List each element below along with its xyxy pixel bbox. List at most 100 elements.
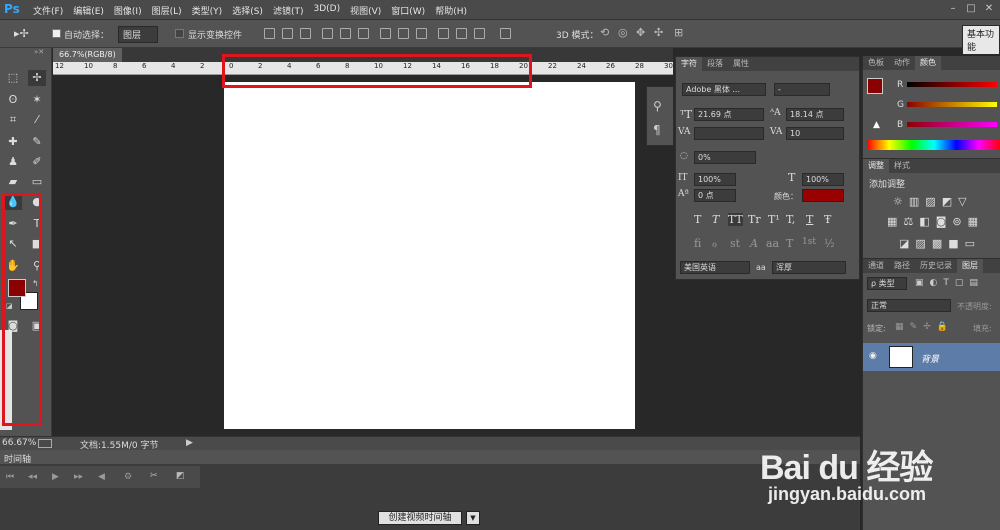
- zoom-level[interactable]: 66.67%: [2, 438, 36, 448]
- invert-icon[interactable]: ◪: [899, 237, 909, 251]
- next-frame-icon[interactable]: ▸▸: [74, 472, 83, 482]
- discretionary-ligature-button[interactable]: st: [730, 237, 740, 250]
- menu-view[interactable]: 视图(V): [350, 4, 381, 17]
- auto-select-checkbox[interactable]: [52, 29, 61, 38]
- paragraph-panel-icon[interactable]: ¶: [653, 123, 661, 137]
- font-size-field[interactable]: 21.69 点: [694, 108, 764, 121]
- play-icon[interactable]: ▶: [52, 472, 59, 482]
- filter-smart-icon[interactable]: ▤: [969, 278, 978, 288]
- 3d-drag-icon[interactable]: ✥: [636, 26, 645, 39]
- subscript-button[interactable]: T,: [786, 213, 795, 226]
- distribute-top-icon[interactable]: [380, 28, 391, 39]
- faux-italic-button[interactable]: T: [712, 213, 719, 226]
- color-lookup-icon[interactable]: ▦: [968, 215, 978, 229]
- menu-edit[interactable]: 编辑(E): [73, 4, 104, 17]
- curves-icon[interactable]: ▨: [925, 195, 935, 209]
- tab-history[interactable]: 历史记录: [915, 259, 957, 273]
- tracking-field[interactable]: 10: [786, 127, 844, 140]
- filter-shape-icon[interactable]: ▢: [955, 278, 964, 288]
- 3d-roll-icon[interactable]: ◎: [618, 26, 628, 39]
- leading-field[interactable]: 18.14 点: [786, 108, 844, 121]
- color-balance-icon[interactable]: ⚖: [903, 215, 913, 229]
- history-brush-tool-icon[interactable]: ✐: [28, 154, 46, 170]
- distribute-left-icon[interactable]: [438, 28, 449, 39]
- lock-all-icon[interactable]: 🔒: [937, 322, 948, 332]
- fractions-button[interactable]: ½: [824, 237, 835, 250]
- character-panel-icon[interactable]: ⚲: [653, 99, 662, 113]
- kerning-field[interactable]: [694, 127, 764, 140]
- document-tab[interactable]: 66.7%(RGB/8): [53, 48, 122, 62]
- gradient-map-icon[interactable]: ▭: [965, 237, 975, 251]
- baseline-shift-field[interactable]: 0 点: [694, 189, 736, 202]
- audio-icon[interactable]: ◀: [98, 472, 105, 482]
- horizontal-scale-field[interactable]: 100%: [802, 173, 844, 186]
- faux-bold-button[interactable]: T: [694, 213, 701, 226]
- workspace-button[interactable]: 基本功能: [962, 25, 1000, 55]
- font-family-select[interactable]: Adobe 黑体 ...: [682, 83, 766, 96]
- tab-properties[interactable]: 属性: [728, 57, 754, 71]
- layer-visibility-eye-icon[interactable]: ◉: [869, 351, 877, 361]
- vertical-scale-field[interactable]: 100%: [694, 173, 736, 186]
- small-caps-button[interactable]: Tr: [748, 213, 761, 226]
- brush-tool-icon[interactable]: ✎: [28, 134, 46, 150]
- ordinals-button[interactable]: 1st: [802, 237, 816, 247]
- exposure-icon[interactable]: ◩: [942, 195, 952, 209]
- antialias-select[interactable]: 浑厚: [772, 261, 846, 274]
- layer-name[interactable]: 背景: [921, 352, 939, 365]
- tab-character[interactable]: 字符: [676, 57, 702, 71]
- menu-select[interactable]: 选择(S): [232, 4, 263, 17]
- document-canvas[interactable]: [224, 82, 635, 429]
- align-top-icon[interactable]: [264, 28, 275, 39]
- auto-align-icon[interactable]: [500, 28, 511, 39]
- menu-type[interactable]: 类型(Y): [192, 4, 223, 17]
- bw-icon[interactable]: ◧: [919, 215, 929, 229]
- titling-alt-button[interactable]: T: [786, 237, 793, 250]
- tab-paragraph[interactable]: 段落: [702, 57, 728, 71]
- healing-brush-tool-icon[interactable]: ✚: [4, 134, 22, 150]
- photo-filter-icon[interactable]: ◙: [936, 215, 947, 229]
- channel-mixer-icon[interactable]: ⊚: [952, 215, 961, 229]
- brightness-icon[interactable]: ☼: [893, 195, 903, 209]
- menu-3d[interactable]: 3D(D): [313, 4, 340, 17]
- filter-pixel-icon[interactable]: ▣: [915, 278, 924, 288]
- menu-help[interactable]: 帮助(H): [435, 4, 467, 17]
- language-select[interactable]: 美国英语: [680, 261, 750, 274]
- all-caps-button[interactable]: TT: [728, 213, 743, 226]
- threshold-icon[interactable]: ▩: [932, 237, 942, 251]
- distribute-bottom-icon[interactable]: [416, 28, 427, 39]
- 3d-rotate-icon[interactable]: ⟲: [600, 26, 609, 39]
- maximize-icon[interactable]: □: [964, 2, 978, 16]
- text-color-swatch[interactable]: [802, 189, 844, 202]
- marquee-tool-icon[interactable]: ⬚: [4, 70, 22, 86]
- swash-button[interactable]: A: [750, 237, 758, 250]
- tab-channels[interactable]: 通道: [863, 259, 889, 273]
- align-right-icon[interactable]: [358, 28, 369, 39]
- minimize-icon[interactable]: –: [946, 2, 960, 16]
- levels-icon[interactable]: ▥: [909, 195, 919, 209]
- ligature-button[interactable]: fi: [694, 237, 701, 250]
- tab-styles[interactable]: 样式: [889, 159, 915, 173]
- blue-slider[interactable]: [907, 122, 997, 127]
- contextual-alt-button[interactable]: ℴ: [712, 237, 717, 250]
- menu-filter[interactable]: 滤镜(T): [273, 4, 304, 17]
- tab-actions[interactable]: 动作: [889, 56, 915, 70]
- show-transform-checkbox[interactable]: [175, 29, 184, 38]
- tab-swatches[interactable]: 色板: [863, 56, 889, 70]
- color-spectrum-bar[interactable]: [867, 140, 1000, 150]
- gradient-tool-icon[interactable]: ▭: [28, 174, 46, 190]
- lock-position-icon[interactable]: ✢: [923, 322, 931, 332]
- timeline-dropdown-icon[interactable]: ▼: [466, 511, 480, 525]
- selective-color-icon[interactable]: ■: [948, 237, 958, 251]
- font-style-select[interactable]: -: [774, 83, 830, 96]
- lasso-tool-icon[interactable]: ʘ: [4, 92, 22, 108]
- tab-paths[interactable]: 路径: [889, 259, 915, 273]
- tab-adjustments[interactable]: 调整: [863, 159, 889, 173]
- auto-select-dropdown[interactable]: 图层: [118, 26, 158, 43]
- transition-icon[interactable]: ◩: [176, 471, 185, 481]
- distribute-right-icon[interactable]: [474, 28, 485, 39]
- move-tool-preset-icon[interactable]: ▸✢: [14, 27, 29, 40]
- prev-frame-icon[interactable]: ◂◂: [28, 472, 37, 482]
- align-left-icon[interactable]: [322, 28, 333, 39]
- eyedropper-tool-icon[interactable]: ⁄: [28, 112, 46, 128]
- settings-gear-icon[interactable]: ⚙: [124, 472, 132, 482]
